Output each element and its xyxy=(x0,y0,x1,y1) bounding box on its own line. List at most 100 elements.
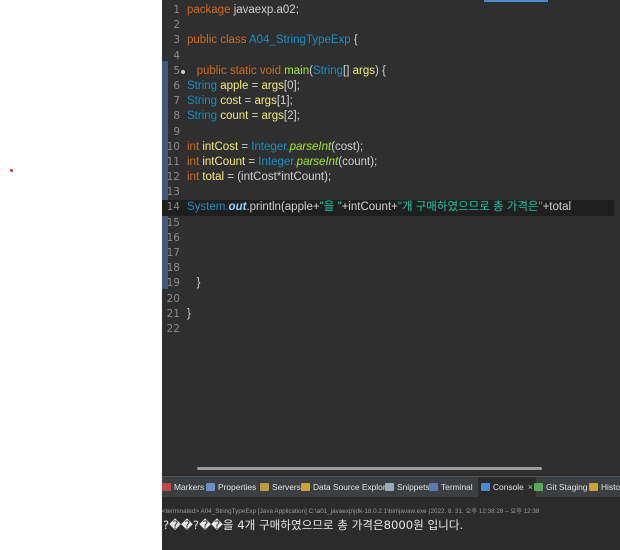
code-token: { xyxy=(350,34,358,47)
code-line[interactable]: 18 xyxy=(162,261,614,276)
code-line[interactable]: 21} xyxy=(162,307,614,322)
code-line[interactable]: 20 xyxy=(162,292,614,307)
tab-label: Git Staging xyxy=(546,482,588,492)
code-line[interactable]: 7 String cost = args[1]; xyxy=(162,94,614,109)
line-number: 7 xyxy=(173,95,180,108)
code-text: int intCost = Integer.parseInt(cost); xyxy=(187,140,363,155)
code-line[interactable]: 10 int intCost = Integer.parseInt(cost); xyxy=(162,140,614,155)
tab-label: Histo xyxy=(601,482,620,492)
code-text: String apple = args[0]; xyxy=(187,79,300,94)
code-token: intCost xyxy=(202,140,239,153)
code-token: javaexp.a02; xyxy=(233,4,299,16)
tab-markers[interactable]: Markers xyxy=(162,477,204,497)
code-text: String count = args[2]; xyxy=(187,109,300,124)
code-token: parseInt xyxy=(289,140,332,153)
code-token: (cost); xyxy=(331,140,364,153)
tab-data-source-explorer[interactable]: Data Source Explorer xyxy=(301,477,393,497)
code-token: System. xyxy=(187,201,229,214)
code-line[interactable]: 4 xyxy=(162,49,614,64)
vertical-scrollbar[interactable] xyxy=(614,0,620,474)
line-number: 9 xyxy=(173,125,180,138)
console-icon xyxy=(481,483,490,491)
line-number: 19 xyxy=(166,277,180,290)
code-line[interactable]: 19 } xyxy=(162,276,614,291)
code-token: int xyxy=(187,171,203,184)
code-line[interactable]: 12 int total = (intCost*intCount); xyxy=(162,170,614,185)
code-token: count xyxy=(220,110,249,123)
code-text: public static void main(String[] args) { xyxy=(187,64,386,79)
tab-servers[interactable]: Servers xyxy=(260,477,301,497)
tab-label: Properties xyxy=(218,482,257,492)
code-token: static xyxy=(229,64,260,77)
code-text: package javaexp.a02; xyxy=(187,3,299,18)
code-line[interactable]: 6 String apple = args[0]; xyxy=(162,79,614,94)
code-line[interactable]: 16 xyxy=(162,231,614,246)
line-number: 12 xyxy=(166,171,180,184)
terminal-icon xyxy=(429,483,438,491)
code-token: +intCount+ xyxy=(341,201,398,214)
tab-terminal[interactable]: Terminal xyxy=(429,477,473,497)
line-number: 15 xyxy=(166,216,180,229)
code-line-current[interactable]: 14 System.out.println(apple+"을 "+intCount… xyxy=(162,200,614,216)
code-token: int xyxy=(187,140,203,153)
code-line[interactable]: 11 int intCount = Integer.parseInt(count)… xyxy=(162,155,614,170)
horizontal-scrollbar[interactable] xyxy=(162,462,614,474)
code-line[interactable]: 13 xyxy=(162,185,614,200)
line-number: 20 xyxy=(166,292,180,305)
line-number: 3 xyxy=(173,34,180,47)
code-line[interactable]: 22 xyxy=(162,322,614,337)
code-token: [2]; xyxy=(283,110,300,123)
code-token: ) { xyxy=(374,64,386,77)
code-token: String xyxy=(187,95,221,108)
line-number: 21 xyxy=(166,307,180,320)
code-text: int total = (intCost*intCount); xyxy=(187,170,331,185)
code-line[interactable]: 2 xyxy=(162,18,614,33)
code-line[interactable]: 3 public class A04_StringTypeExp { xyxy=(162,33,614,48)
override-marker-icon[interactable] xyxy=(181,69,185,74)
code-token: out xyxy=(228,201,247,214)
tab-console[interactable]: Console × xyxy=(478,477,536,497)
code-token: String xyxy=(187,110,221,123)
tab-git-staging[interactable]: Git Staging xyxy=(534,477,587,497)
tab-label: Servers xyxy=(272,482,301,492)
code-token: "개 구매하였으므로 총 가격은" xyxy=(397,201,543,214)
console-view[interactable]: <terminated> A04_StringTypeExp [Java App… xyxy=(162,497,620,550)
tab-label: Markers xyxy=(174,482,205,492)
tab-history[interactable]: Histo xyxy=(589,477,620,497)
code-text: public class A04_StringTypeExp { xyxy=(187,33,358,48)
horizontal-scroll-thumb[interactable] xyxy=(197,467,542,470)
database-icon xyxy=(301,483,310,491)
line-number: 13 xyxy=(166,186,180,199)
line-number: 14 xyxy=(166,201,180,214)
console-output: ?��?��을 4개 구매하였으므로 총 가격은8000원 입니다. xyxy=(163,518,464,532)
code-token: apple xyxy=(220,79,249,92)
code-token: } xyxy=(187,277,201,290)
code-line[interactable]: 1 package javaexp.a02; xyxy=(162,3,614,18)
code-line[interactable]: 9 xyxy=(162,125,614,140)
code-token: int xyxy=(187,155,203,168)
editor-tab-indicator xyxy=(484,0,548,2)
code-token: public xyxy=(187,34,221,47)
tab-snippets[interactable]: Snippets xyxy=(385,477,430,497)
code-token: Integer. xyxy=(258,155,297,168)
close-icon[interactable]: × xyxy=(528,477,533,497)
code-line[interactable]: 17 xyxy=(162,246,614,261)
code-token: void xyxy=(259,64,285,77)
code-token: class xyxy=(220,34,250,47)
code-token: main xyxy=(284,64,310,77)
code-token: (count); xyxy=(338,155,378,168)
code-token: cost xyxy=(220,95,242,108)
code-token: = xyxy=(245,155,259,168)
code-line[interactable]: 5 public static void main(String[] args)… xyxy=(162,64,614,79)
line-number: 6 xyxy=(173,79,180,92)
code-editor[interactable]: 1 package javaexp.a02; 2 3 public class A04_… xyxy=(162,0,620,474)
code-token: [] xyxy=(343,64,353,77)
git-staging-icon xyxy=(534,483,543,491)
code-line[interactable]: 8 String count = args[2]; xyxy=(162,109,614,124)
line-number: 17 xyxy=(166,247,180,259)
tab-properties[interactable]: Properties xyxy=(206,477,256,497)
code-lines[interactable]: 1 package javaexp.a02; 2 3 public class A04_… xyxy=(162,3,614,337)
line-number: 22 xyxy=(166,322,180,335)
code-token: A04_StringTypeExp xyxy=(249,34,351,47)
code-line[interactable]: 15 xyxy=(162,216,614,231)
